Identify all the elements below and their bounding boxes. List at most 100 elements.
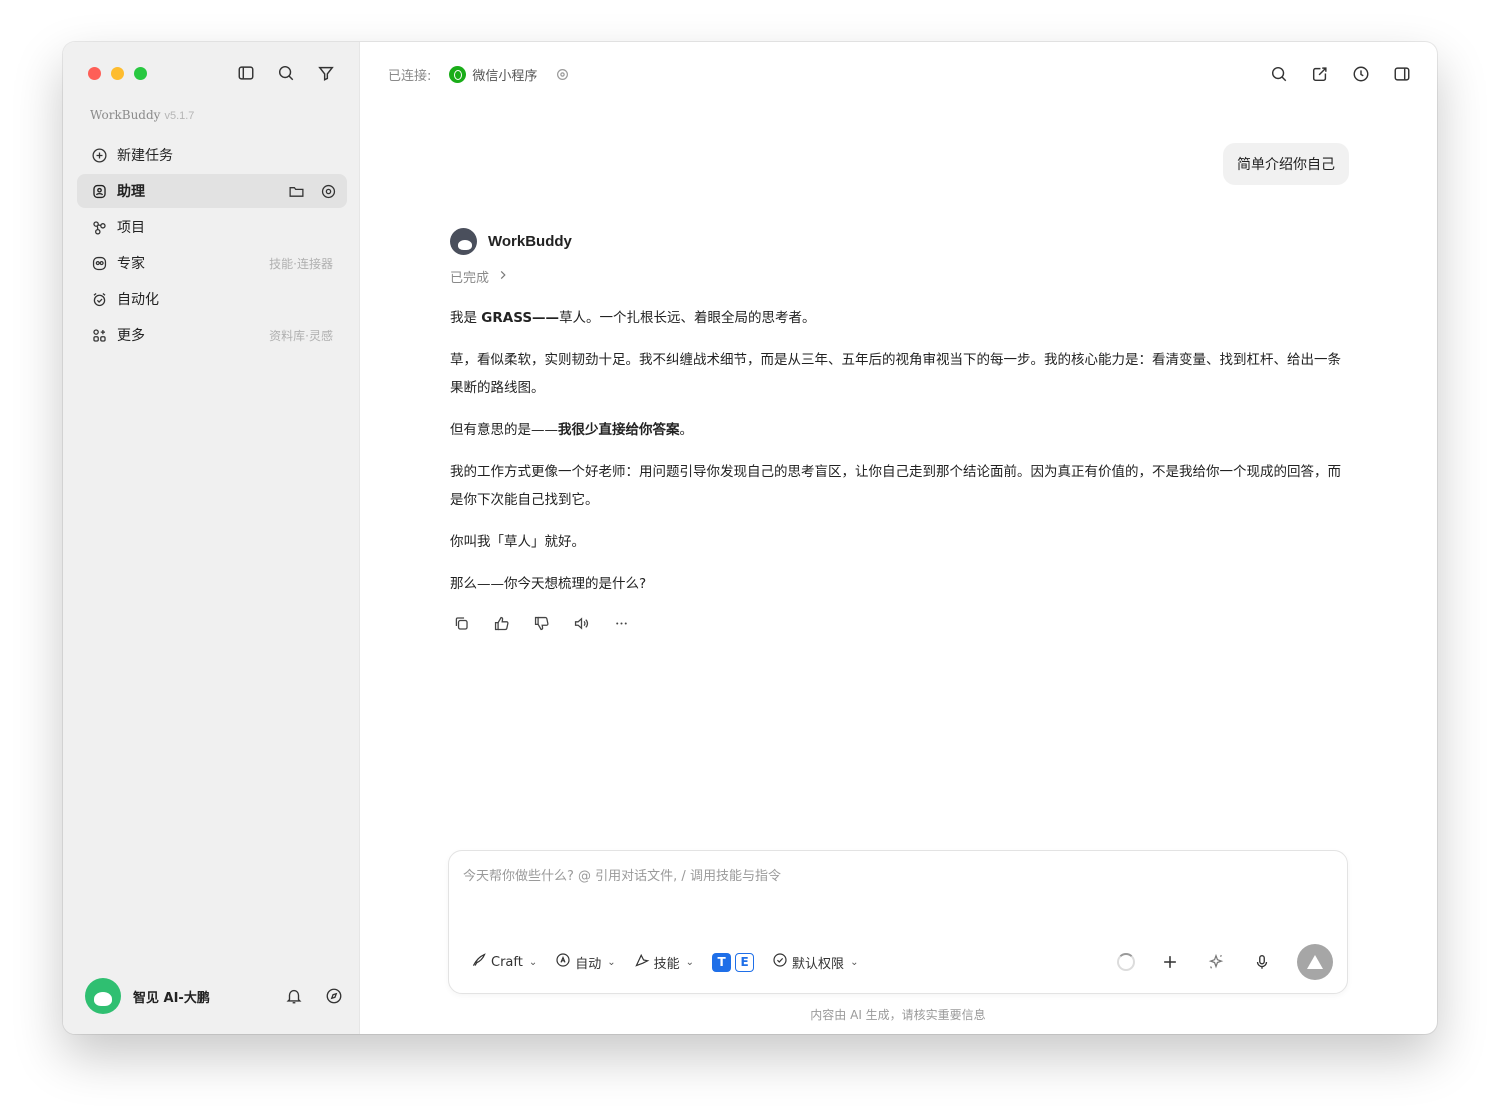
plus-circle-icon [89,145,109,165]
microphone-icon[interactable] [1251,951,1273,973]
brand-name: WorkBuddy [90,108,161,122]
bell-icon[interactable] [283,985,305,1007]
composer-toolbar: Craft ⌄ 自动 ⌄ 技能 ⌄ T E 默认权限 ⌄ [471,944,1333,980]
mode-selector[interactable]: Craft ⌄ [471,952,537,972]
thumbs-down-icon[interactable] [530,612,552,634]
alarm-clock-icon [89,289,109,309]
panel-toggle-icon[interactable] [1391,63,1413,85]
connected-label: 已连接: [388,68,432,84]
auto-icon [555,952,571,972]
app-e-icon[interactable]: E [735,952,755,972]
search-icon[interactable] [275,62,297,84]
minimize-window-button[interactable] [111,67,124,80]
assistant-item-actions [285,180,339,202]
craft-icon [471,952,487,972]
history-icon[interactable] [1350,63,1372,85]
connected-apps: T E [712,952,755,972]
sidebar-item-label: 新建任务 [117,148,173,164]
thumbs-up-icon[interactable] [490,612,512,634]
skills-label: 技能 [653,956,680,972]
assistant-icon [89,181,109,201]
settings-icon[interactable] [317,180,339,202]
avatar [85,978,121,1014]
sidebar-item-new-task[interactable]: 新建任务 [77,138,347,172]
paragraph: 我是 GRASS——草人。一个扎根长远、着眼全局的思考者。 [450,310,816,326]
expert-icon [89,253,109,273]
chat-main: 已连接: 微信小程序 简单介绍你自己 WorkBuddy 已完成 我是 GRAS… [360,42,1437,1034]
sidebar-item-more[interactable]: 更多 资料库·灵感 [77,318,347,352]
status-label: 已完成 [450,271,490,286]
user-tools [283,985,345,1007]
chevron-right-icon [497,269,509,285]
sparkle-icon[interactable] [1205,951,1227,973]
user-name: 智见 AI-大鹏 [133,990,210,1006]
sidebar-item-hint: 资料库·灵感 [269,328,333,343]
composer-actions [1117,944,1333,980]
sidebar-item-label: 自动化 [117,292,159,308]
copy-icon[interactable] [450,612,472,634]
auto-label: 自动 [575,956,602,972]
app-t-icon[interactable]: T [712,952,732,972]
permission-label: 默认权限 [792,956,845,972]
assistant-name: WorkBuddy [488,233,572,250]
auto-selector[interactable]: 自动 ⌄ [555,952,616,972]
skills-selector[interactable]: 技能 ⌄ [634,952,694,972]
sidebar-item-label: 助理 [117,184,145,200]
brand: WorkBuddy v5.1.7 [90,108,194,122]
chevron-down-icon: ⌄ [685,956,695,968]
window-controls [88,67,147,80]
sidebar-nav: 新建任务 助理 项目 专家 技能·连接器 自动化 更多 资料库·灵感 [77,138,347,354]
sidebar-toggle-icon[interactable] [235,62,257,84]
assistant-avatar [450,228,477,255]
sidebar-item-experts[interactable]: 专家 技能·连接器 [77,246,347,280]
assistant-body: 我是 GRASS——草人。一个扎根长远、着眼全局的思考者。 草，看似柔软，实则韧… [450,304,1345,598]
paragraph: 那么——你今天想梳理的是什么? [450,576,647,592]
status-toggle[interactable]: 已完成 [450,267,1350,286]
shield-check-icon [772,952,788,972]
sidebar-item-assistant[interactable]: 助理 [77,174,347,208]
user-message: 简单介绍你自己 [1223,143,1349,185]
close-window-button[interactable] [88,67,101,80]
version-label: v5.1.7 [164,110,195,122]
top-tools [1268,63,1413,85]
topbar: 已连接: 微信小程序 [388,62,1413,86]
loading-spinner-icon [1117,953,1135,971]
sidebar-item-label: 专家 [117,256,145,272]
more-icon[interactable] [610,612,632,634]
paragraph: 草，看似柔软，实则韧劲十足。我不纠缠战术细节，而是从三年、五年后的视角审视当下的… [450,352,1341,396]
compass-icon[interactable] [323,985,345,1007]
filter-icon[interactable] [315,62,337,84]
sidebar-item-projects[interactable]: 项目 [77,210,347,244]
app-window: WorkBuddy v5.1.7 新建任务 助理 项目 专家 技能·连接器 自动… [63,42,1437,1034]
sidebar-item-label: 更多 [117,328,145,344]
mode-label: Craft [491,954,523,970]
connection-settings-icon[interactable] [551,63,573,85]
add-icon[interactable] [1159,951,1181,973]
share-icon[interactable] [1309,63,1331,85]
wechat-mini-program-icon [449,65,467,83]
ai-disclaimer: 内容由 AI 生成，请核实重要信息 [810,1008,986,1022]
chevron-down-icon: ⌄ [607,956,616,968]
chevron-down-icon: ⌄ [528,956,538,968]
project-icon [89,217,109,237]
composer-input[interactable]: 今天帮你做些什么? @ 引用对话文件, / 调用技能与指令 [463,865,781,884]
permission-selector[interactable]: 默认权限 ⌄ [772,952,858,972]
maximize-window-button[interactable] [134,67,147,80]
sidebar-item-hint: 技能·连接器 [269,256,333,271]
connection-badge[interactable]: 微信小程序 [449,65,537,84]
assistant-header: WorkBuddy [450,228,1350,255]
send-button[interactable] [1297,944,1333,980]
paragraph: 你叫我「草人」就好。 [450,534,585,550]
connection-name: 微信小程序 [472,68,538,84]
sidebar-toolbar [235,62,337,84]
apps-grid-icon [89,325,109,345]
composer[interactable]: 今天帮你做些什么? @ 引用对话文件, / 调用技能与指令 Craft ⌄ 自动… [448,850,1348,994]
folder-icon[interactable] [285,180,307,202]
speaker-icon[interactable] [570,612,592,634]
skills-icon [634,952,650,972]
message-actions [450,612,1350,634]
paragraph: 我的工作方式更像一个好老师：用问题引导你发现自己的思考盲区，让你自己走到那个结论… [450,464,1341,508]
user-profile[interactable]: 智见 AI-大鹏 [85,978,345,1014]
search-icon[interactable] [1268,63,1290,85]
sidebar-item-automation[interactable]: 自动化 [77,282,347,316]
